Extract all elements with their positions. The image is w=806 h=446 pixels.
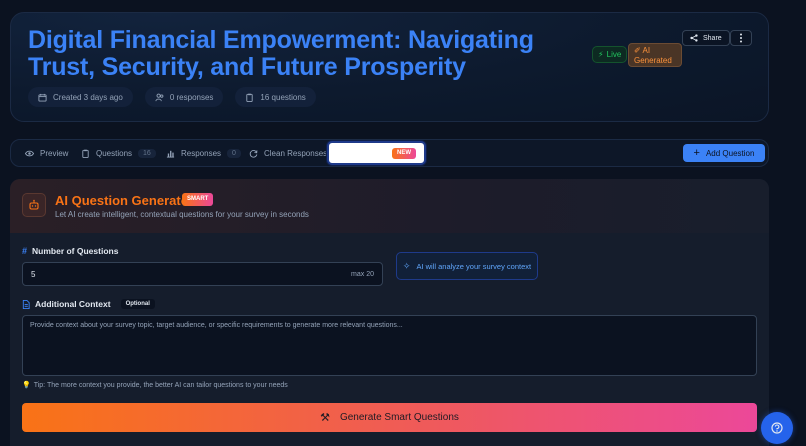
tab-preview[interactable]: Preview <box>25 140 68 166</box>
sparkle-icon: ✧ <box>402 260 411 271</box>
survey-tab-bar: Preview Questions 16 Responses 0 Clean R… <box>10 139 769 167</box>
num-questions-input[interactable]: 5 max 20 <box>22 262 383 286</box>
more-vertical-icon <box>740 33 742 43</box>
smart-badge: SMART <box>182 193 214 206</box>
calendar-icon <box>38 93 47 102</box>
responses-text: 0 responses <box>169 92 214 102</box>
add-question-button[interactable]: + Add Question <box>683 144 765 162</box>
generate-button-label: Generate Smart Questions <box>339 412 459 423</box>
context-label-text: Additional Context <box>35 299 111 309</box>
responses-count-badge: 0 <box>227 148 241 158</box>
tab-responses-label: Responses <box>181 148 222 158</box>
more-options-button[interactable] <box>730 30 752 46</box>
generator-header: AI Question Generator SMART Let AI creat… <box>10 179 769 233</box>
num-questions-label-text: Number of Questions <box>32 246 119 256</box>
new-badge: NEW <box>392 148 416 159</box>
tab-responses[interactable]: Responses 0 <box>166 140 241 166</box>
refresh-icon <box>249 149 258 158</box>
hash-icon: # <box>22 246 28 256</box>
context-label: Additional Context Optional <box>22 299 155 309</box>
generator-title: AI Question Generator <box>55 193 194 208</box>
num-questions-max: max 20 <box>351 270 374 278</box>
help-circle-icon <box>771 422 783 434</box>
num-questions-label: # Number of Questions <box>22 246 118 256</box>
tab-clean-responses[interactable]: Clean Responses <box>249 140 327 166</box>
responses-meta: 0 responses <box>144 87 224 107</box>
ai-analyze-text: AI will analyze your survey context <box>416 261 532 271</box>
created-text: Created 3 days ago <box>53 92 123 102</box>
context-tip: 💡 Tip: The more context you provide, the… <box>22 381 288 390</box>
ai-generated-badge: ✐ AI Generated <box>628 43 682 67</box>
clipboard-icon <box>246 93 254 102</box>
created-meta: Created 3 days ago <box>28 87 133 107</box>
robot-icon <box>22 193 46 217</box>
generator-subtitle: Let AI create intelligent, contextual qu… <box>55 210 309 219</box>
lightbulb-icon: 💡 <box>22 382 31 389</box>
document-icon <box>22 299 30 309</box>
live-label: Live <box>606 50 622 59</box>
share-label: Share <box>703 34 722 42</box>
clipboard-icon <box>82 149 89 158</box>
tab-questions-label: Questions <box>96 148 133 158</box>
zap-icon: ⚡ <box>598 50 604 59</box>
ai-generator-panel: AI Question Generator SMART Let AI creat… <box>10 179 769 446</box>
live-status-badge: ⚡ Live <box>592 46 628 63</box>
questions-count-badge: 16 <box>138 148 156 158</box>
generate-smart-questions-button[interactable]: ⚒ Generate Smart Questions <box>22 403 757 432</box>
tab-questions[interactable]: Questions 16 <box>81 140 156 166</box>
num-questions-value: 5 <box>31 269 36 279</box>
plus-icon: + <box>693 147 700 159</box>
share-icon <box>690 34 698 42</box>
ai-analyze-note: ✧ AI will analyze your survey context <box>396 252 538 280</box>
page-title: Digital Financial Empowerment: Navigatin… <box>28 26 534 81</box>
help-button[interactable] <box>761 412 793 444</box>
wand-icon: ✐ <box>634 46 641 55</box>
bar-chart-icon <box>166 150 175 158</box>
questions-meta: 16 questions <box>235 87 316 107</box>
users-icon <box>155 93 164 101</box>
add-question-label: Add Question <box>705 148 755 158</box>
share-button[interactable]: Share <box>682 30 730 46</box>
survey-meta-row: Created 3 days ago 0 responses 16 questi… <box>28 87 316 107</box>
eye-icon <box>25 150 34 156</box>
tab-clean-responses-label: Clean Responses <box>264 148 328 158</box>
magic-wand-icon: ⚒ <box>320 412 330 424</box>
tab-preview-label: Preview <box>40 148 69 158</box>
questions-text: 16 questions <box>260 92 306 102</box>
context-textarea[interactable] <box>22 315 757 376</box>
context-tip-text: Tip: The more context you provide, the b… <box>33 381 288 389</box>
survey-header-card: Digital Financial Empowerment: Navigatin… <box>10 12 769 122</box>
tab-ai-generator[interactable]: NEW <box>327 141 426 165</box>
optional-badge: Optional <box>120 299 155 309</box>
